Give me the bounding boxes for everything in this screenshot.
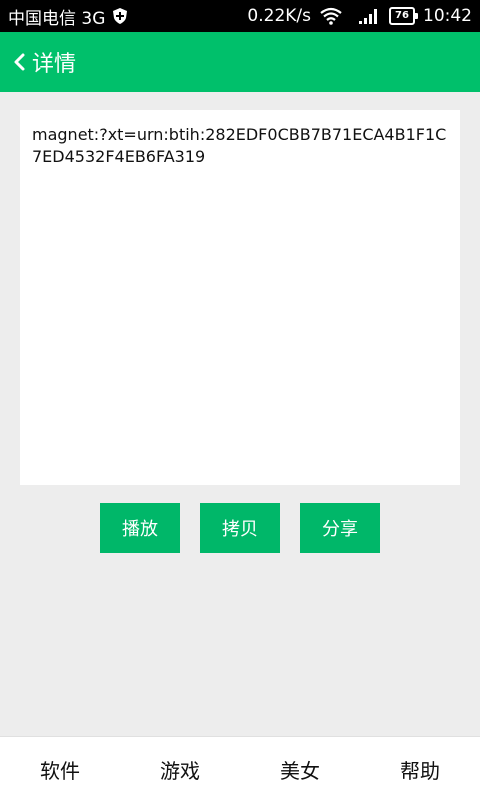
signal-icon	[359, 9, 377, 24]
magnet-link-box: magnet:?xt=urn:btih:282EDF0CBB7B71ECA4B1…	[20, 110, 460, 485]
carrier-label: 中国电信 3G	[8, 8, 106, 29]
shield-plus-icon	[113, 8, 128, 24]
nav-item-beauty[interactable]: 美女	[240, 737, 360, 801]
copy-button[interactable]: 拷贝	[200, 503, 280, 553]
back-button[interactable]: 详情	[12, 46, 76, 78]
status-left: 中国电信 3G	[8, 4, 129, 29]
clock: 10:42	[423, 6, 472, 26]
status-bar: 中国电信 3G 0.22K/s 76 10:42	[0, 0, 480, 32]
nav-item-games[interactable]: 游戏	[120, 737, 240, 801]
page-title: 详情	[32, 52, 77, 77]
share-button[interactable]: 分享	[300, 503, 380, 553]
bottom-nav: 软件 游戏 美女 帮助	[0, 736, 480, 801]
app-header: 详情	[0, 32, 480, 92]
battery-icon: 76	[389, 7, 418, 25]
network-speed: 0.22K/s	[247, 6, 311, 26]
nav-item-software[interactable]: 软件	[0, 737, 120, 801]
chevron-left-icon	[14, 53, 25, 71]
nav-item-help[interactable]: 帮助	[360, 737, 480, 801]
action-buttons: 播放 拷贝 分享	[0, 503, 480, 553]
status-right: 0.22K/s 76 10:42	[247, 6, 472, 26]
magnet-link-text: magnet:?xt=urn:btih:282EDF0CBB7B71ECA4B1…	[32, 125, 447, 166]
play-button[interactable]: 播放	[100, 503, 180, 553]
wifi-icon	[320, 7, 342, 25]
